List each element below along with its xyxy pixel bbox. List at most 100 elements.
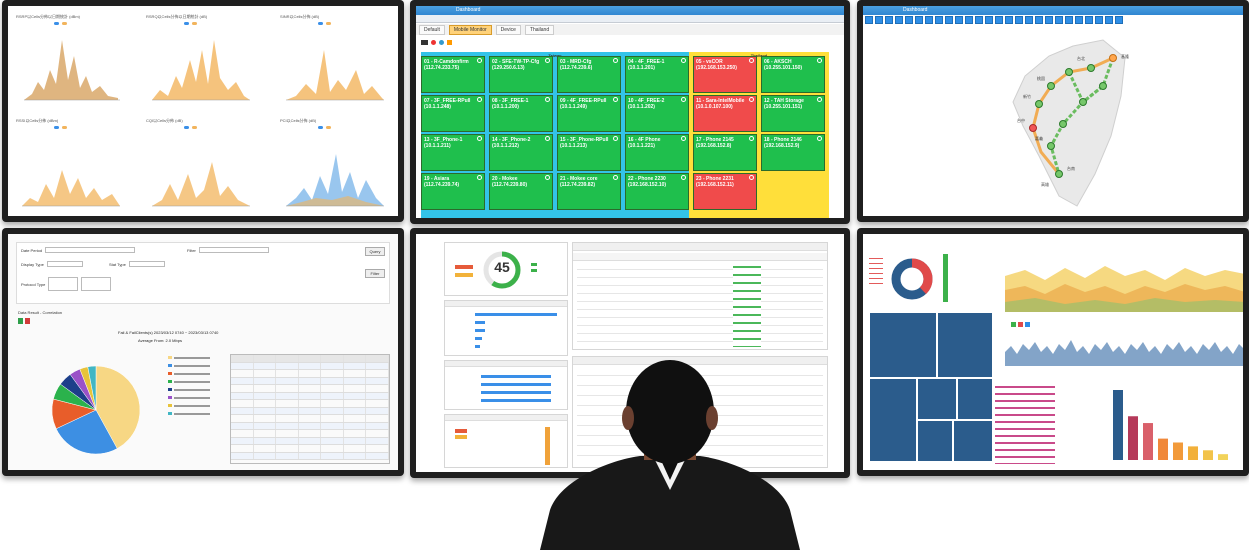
tab-default[interactable]: Default xyxy=(419,24,445,35)
device-ip: (10.1.1.221) xyxy=(628,143,655,150)
bar-series-chart xyxy=(1005,340,1243,366)
magnifier-icon[interactable] xyxy=(545,97,550,102)
map-node[interactable] xyxy=(1055,170,1063,178)
date-period-input[interactable] xyxy=(45,247,136,253)
stat-type-select[interactable] xyxy=(128,261,165,267)
map-node[interactable] xyxy=(1099,82,1107,90)
map-node[interactable] xyxy=(1065,68,1073,76)
panel-header xyxy=(445,301,567,307)
bar xyxy=(475,321,485,324)
device-tile[interactable]: 08 - 3F_FREE-1 (10.1.1.200) xyxy=(489,95,553,132)
device-tile[interactable]: 13 - 3F_Phone-1 (10.1.1.211) xyxy=(421,134,485,171)
mini-chart-title: CQI以Cells分佈 (dB) xyxy=(146,118,183,123)
mini-chart-title: SINR以Cells分佈 (dB) xyxy=(280,14,320,19)
magnifier-icon[interactable] xyxy=(545,58,550,63)
bar xyxy=(1203,450,1213,460)
query-button[interactable]: Query xyxy=(365,247,385,256)
device-ip: (10.1.1.212) xyxy=(492,143,519,150)
device-tile[interactable]: 16 - 4F Phone (10.1.1.221) xyxy=(625,134,689,171)
mini-chart-legend xyxy=(54,126,67,129)
treemap-block xyxy=(869,312,937,378)
magnifier-icon[interactable] xyxy=(817,97,822,102)
magnifier-icon[interactable] xyxy=(681,58,686,63)
device-tile[interactable]: 01 - R-Camdonfirm (112.74.233.75) xyxy=(421,56,485,93)
area-plot xyxy=(22,170,120,207)
mini-chart-2: RSRQ以Cells分佈以日期統計 (dB) xyxy=(142,10,258,106)
magnifier-icon[interactable] xyxy=(749,58,754,63)
device-tile[interactable]: 20 - Mokee (112.74.239.80) xyxy=(489,173,553,210)
map-node[interactable] xyxy=(1047,142,1055,150)
device-tile[interactable]: 21 - Mokee core (112.74.239.82) xyxy=(557,173,621,210)
device-ip: (10.1.1.200) xyxy=(492,104,519,111)
device-tile[interactable]: 14 - 3F_Phone-2 (10.1.1.212) xyxy=(489,134,553,171)
magnifier-icon[interactable] xyxy=(545,136,550,141)
magnifier-icon[interactable] xyxy=(477,58,482,63)
monitor-bottom-right xyxy=(857,228,1249,476)
treemap-block xyxy=(937,312,993,378)
device-tile[interactable]: 11 - Sara-IntelMobile (10.1.0.107.100) xyxy=(693,95,757,132)
device-tile[interactable]: 04 - 4F_FREE-1 (10.1.1.201) xyxy=(625,56,689,93)
device-tile[interactable]: 17 - Phone 2145 (192.168.152.8) xyxy=(693,134,757,171)
device-tile[interactable]: 10 - 4F_FREE-2 (10.1.1.202) xyxy=(625,95,689,132)
network-map-dashboard: Dashboard 基隆 台北 桃園 新竹 台中 嘉義 台南 高雄 xyxy=(863,6,1243,216)
tab-device[interactable]: Device xyxy=(495,24,521,35)
bar xyxy=(1113,390,1123,460)
bar xyxy=(1188,446,1198,460)
magnifier-icon[interactable] xyxy=(749,97,754,102)
device-tile[interactable]: 06 - AKSCH (10.255.101.150) xyxy=(761,56,825,93)
device-tile[interactable]: 09 - 4F_FREE-RPull (10.1.1.249) xyxy=(557,95,621,132)
map-node[interactable] xyxy=(1109,54,1117,62)
magnifier-icon[interactable] xyxy=(613,97,618,102)
device-tile[interactable]: 22 - Phone 2230 (192.168.152.10) xyxy=(625,173,689,210)
magnifier-icon[interactable] xyxy=(613,58,618,63)
map-node-alert[interactable] xyxy=(1029,124,1037,132)
map-node[interactable] xyxy=(1059,120,1067,128)
device-tile[interactable]: 23 - Phone 2231 (192.168.152.11) xyxy=(693,173,757,210)
device-tile[interactable]: 02 - SFE-TW-TP-Cfg (129.250.6.13) xyxy=(489,56,553,93)
device-tile[interactable]: 15 - 3F_Phone-RPull (10.1.1.213) xyxy=(557,134,621,171)
device-tile[interactable]: 03 - MRD-Cfg (112.74.239.6) xyxy=(557,56,621,93)
chart-icons[interactable] xyxy=(1011,322,1030,327)
device-tile[interactable]: 18 - Phone 2146 (192.168.152.9) xyxy=(761,134,825,171)
map-label: 基隆 xyxy=(1121,54,1129,59)
stacked-area-chart xyxy=(1005,266,1243,312)
device-ip: (10.1.1.213) xyxy=(560,143,587,150)
device-tile[interactable]: 19 - Asiara (112.74.239.74) xyxy=(421,173,485,210)
filter-input[interactable] xyxy=(198,247,269,253)
pie-legend-item xyxy=(168,380,210,383)
protocol-type-checkboxes[interactable] xyxy=(48,277,79,291)
tab-thailand[interactable]: Thailand xyxy=(524,24,555,35)
magnifier-icon[interactable] xyxy=(681,175,686,180)
device-tile[interactable]: 05 - vsCOR (192.168.153.250) xyxy=(693,56,757,93)
magnifier-icon[interactable] xyxy=(545,175,550,180)
magnifier-icon[interactable] xyxy=(477,175,482,180)
gauge-legend-bar xyxy=(455,273,473,277)
magnifier-icon[interactable] xyxy=(681,97,686,102)
bar xyxy=(1128,416,1138,460)
device-ip: (10.1.1.201) xyxy=(628,65,655,72)
map-node[interactable] xyxy=(1079,98,1087,106)
magnifier-icon[interactable] xyxy=(817,136,822,141)
toolbar[interactable] xyxy=(416,15,844,23)
magnifier-icon[interactable] xyxy=(613,136,618,141)
device-tile[interactable]: 07 - 3F_FREE-RPull (10.1.1.248) xyxy=(421,95,485,132)
protocol-type-checkboxes-2[interactable] xyxy=(81,277,112,291)
map-node[interactable] xyxy=(1047,82,1055,90)
magnifier-icon[interactable] xyxy=(817,58,822,63)
pie-legend-item xyxy=(168,396,210,399)
tab-mobile-monitor[interactable]: Mobile Monitor xyxy=(448,24,492,35)
filter-button[interactable]: Filter xyxy=(365,269,385,278)
map-node[interactable] xyxy=(1087,64,1095,72)
area-plot xyxy=(152,40,250,101)
mini-chart-legend xyxy=(184,126,197,129)
map-node[interactable] xyxy=(1035,100,1043,108)
magnifier-icon[interactable] xyxy=(749,136,754,141)
display-type-select[interactable] xyxy=(46,261,83,267)
device-tile[interactable]: 12 - TAH Storage (10.255.101.151) xyxy=(761,95,825,132)
magnifier-icon[interactable] xyxy=(477,97,482,102)
magnifier-icon[interactable] xyxy=(477,136,482,141)
magnifier-icon[interactable] xyxy=(749,175,754,180)
magnifier-icon[interactable] xyxy=(681,136,686,141)
magnifier-icon[interactable] xyxy=(613,175,618,180)
export-icons[interactable] xyxy=(18,318,30,324)
